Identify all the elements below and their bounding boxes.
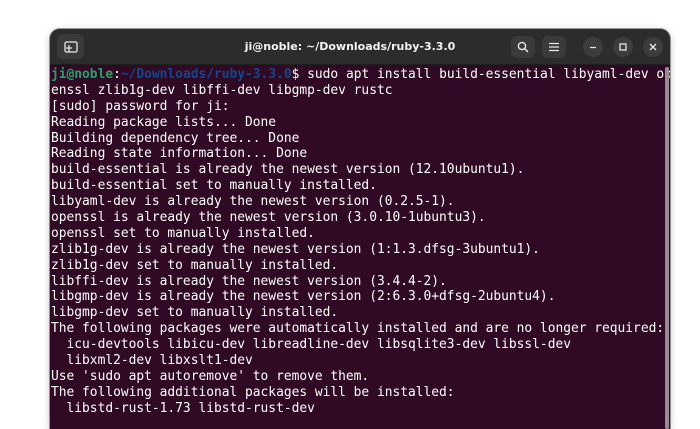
hamburger-menu-icon	[549, 42, 559, 52]
close-icon	[649, 43, 657, 51]
close-button[interactable]	[643, 37, 663, 57]
output-line: libgmp-dev set to manually installed.	[51, 305, 339, 321]
output-line: libyaml-dev is already the newest versio…	[51, 194, 455, 210]
output-line: libxml2-dev libxslt1-dev	[51, 353, 253, 369]
title-bar: ji@noble: ~/Downloads/ruby-3.3.0	[50, 29, 670, 65]
output-line: zlib1g-dev is already the newest version…	[51, 241, 540, 257]
maximize-button[interactable]	[613, 37, 633, 57]
terminal-output[interactable]: ji@noble:~/Downloads/ruby-3.3.0$ sudo ap…	[50, 65, 670, 429]
output-line: [sudo] password for ji:	[51, 98, 230, 114]
command-text: sudo apt install build-essential libyaml…	[299, 67, 670, 82]
output-line: enssl zlib1g-dev libffi-dev libgmp-dev r…	[51, 82, 393, 98]
output-line: openssl is already the newest version (3…	[51, 210, 486, 226]
scrollbar[interactable]	[662, 67, 670, 429]
minimize-icon	[589, 43, 597, 51]
new-tab-button[interactable]	[57, 34, 84, 59]
output-line: libstd-rust-1.73 libstd-rust-dev	[51, 400, 315, 416]
output-line: icu-devtools libicu-dev libreadline-dev …	[51, 337, 571, 353]
output-line: libgmp-dev is already the newest version…	[51, 289, 556, 305]
output-line: build-essential is already the newest ve…	[51, 162, 525, 178]
terminal-window: ji@noble: ~/Downloads/ruby-3.3.0 ji@nobl…	[50, 29, 670, 429]
prompt-line: ji@noble:~/Downloads/ruby-3.3.0$ sudo ap…	[50, 67, 670, 83]
output-line: Reading package lists... Done	[51, 114, 277, 130]
output-line: zlib1g-dev set to manually installed.	[51, 257, 339, 273]
output-line: Use 'sudo apt autoremove' to remove them…	[51, 368, 370, 384]
search-icon	[517, 41, 529, 53]
scrollbar-thumb[interactable]	[665, 67, 669, 429]
output-line: The following additional packages will b…	[51, 384, 455, 400]
output-line: build-essential set to manually installe…	[51, 178, 377, 194]
menu-button[interactable]	[542, 36, 566, 58]
minimize-button[interactable]	[583, 37, 603, 57]
new-tab-icon	[63, 40, 78, 53]
window-title: ji@noble: ~/Downloads/ruby-3.3.0	[244, 40, 456, 53]
prompt-path: ~/Downloads/ruby-3.3.0	[120, 67, 292, 82]
output-line: The following packages were automaticall…	[51, 321, 665, 337]
output-line: Building dependency tree... Done	[51, 130, 300, 146]
prompt-colon: :	[113, 67, 121, 82]
output-line: libffi-dev is already the newest version…	[51, 273, 447, 289]
prompt-user-host: ji@noble	[51, 67, 114, 82]
search-button[interactable]	[511, 36, 535, 58]
output-line: Reading state information... Done	[51, 146, 308, 162]
maximize-icon	[619, 43, 627, 51]
output-line: openssl set to manually installed.	[51, 225, 315, 241]
